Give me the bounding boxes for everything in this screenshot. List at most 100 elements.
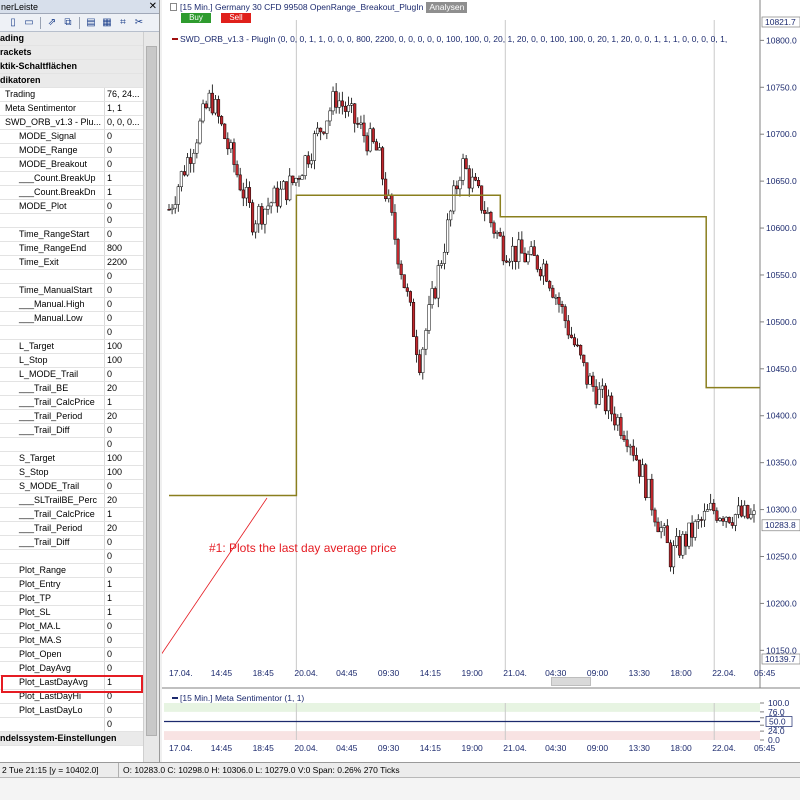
sell-button[interactable]: Sell [221, 13, 251, 23]
property-row[interactable]: Time_Exit 2200 [0, 256, 143, 270]
property-row[interactable]: ___Count.BreakUp 1 [0, 172, 143, 186]
property-row[interactable]: ___Count.BreakDn 1 [0, 186, 143, 200]
property-row[interactable]: MODE_Plot 0 [0, 200, 143, 214]
property-row[interactable]: 0 [0, 214, 143, 228]
property-value[interactable]: 0 [106, 424, 143, 437]
property-value[interactable]: 0 [106, 620, 143, 633]
toolbar-button[interactable]: ▦ [100, 16, 114, 30]
property-row[interactable]: ___Trail_CalcPrice 1 [0, 508, 143, 522]
horizontal-scroll-thumb[interactable] [551, 677, 591, 686]
property-row[interactable]: ___Trail_Diff 0 [0, 536, 143, 550]
property-value[interactable]: 0 [106, 158, 143, 171]
toolbar-button[interactable]: ▤ [84, 16, 98, 30]
property-row[interactable]: S_Target 100 [0, 452, 143, 466]
price-chart[interactable]: 10800.0 10750.0 10700.0 10650.0 10600.0 10550… [162, 0, 800, 762]
property-row[interactable]: Plot_MA.S 0 [0, 634, 143, 648]
property-value[interactable]: 100 [106, 340, 143, 353]
property-section[interactable]: ndelssystem-Einstellungen [0, 732, 143, 746]
property-section[interactable]: ktik-Schaltflächen [0, 60, 143, 74]
property-value[interactable]: 20 [106, 522, 143, 535]
property-row[interactable]: 0 [0, 326, 143, 340]
property-value[interactable]: 0 [106, 130, 143, 143]
property-row[interactable]: ___SLTrailBE_Perc 20 [0, 494, 143, 508]
property-value[interactable]: 1 [106, 578, 143, 591]
property-value[interactable]: 1 [106, 606, 143, 619]
close-icon[interactable]: ✕ [149, 0, 157, 13]
property-value[interactable]: 0 [106, 438, 143, 451]
property-value[interactable]: 1 [106, 186, 143, 199]
property-value[interactable]: 1 [106, 592, 143, 605]
property-row[interactable]: ___Trail_Period 20 [0, 410, 143, 424]
property-row[interactable]: Plot_TP 1 [0, 592, 143, 606]
property-value[interactable]: 1 [106, 508, 143, 521]
property-row[interactable]: 0 [0, 718, 143, 732]
property-value[interactable]: 2200 [106, 256, 143, 269]
property-row[interactable]: ___Trail_Period 20 [0, 522, 143, 536]
property-value[interactable]: 0 [106, 480, 143, 493]
analysen-button[interactable]: Analysen [426, 2, 468, 13]
property-row[interactable]: L_Stop 100 [0, 354, 143, 368]
toolbar-button[interactable]: ✂ [132, 16, 146, 30]
property-row[interactable]: Plot_DayAvg 0 [0, 662, 143, 676]
property-value[interactable]: 0 [106, 228, 143, 241]
property-row[interactable]: Plot_SL 1 [0, 606, 143, 620]
property-row[interactable]: Plot_Open 0 [0, 648, 143, 662]
toolbar-button[interactable]: ⇗ [45, 16, 59, 30]
property-row[interactable]: Plot_MA.L 0 [0, 620, 143, 634]
toolbar-button[interactable]: ⌗ [116, 16, 130, 30]
property-value[interactable]: 1, 1 [106, 102, 143, 115]
property-value[interactable]: 0 [106, 200, 143, 213]
property-value[interactable]: 0 [106, 634, 143, 647]
property-value[interactable]: 0 [106, 326, 143, 339]
property-value[interactable]: 0 [106, 648, 143, 661]
property-row[interactable]: 0 [0, 550, 143, 564]
property-value[interactable]: 0 [106, 214, 143, 227]
property-row[interactable]: ___Trail_CalcPrice 1 [0, 396, 143, 410]
property-value[interactable]: 0 [106, 662, 143, 675]
property-value[interactable]: 0, 0, 0... [106, 116, 143, 129]
property-row[interactable]: SWD_ORB_v1.3 - Plu... 0, 0, 0... [0, 116, 143, 130]
property-value[interactable]: 800 [106, 242, 143, 255]
property-section[interactable]: rackets [0, 46, 143, 60]
property-row[interactable]: 0 [0, 270, 143, 284]
property-value[interactable]: 0 [106, 144, 143, 157]
toolbar-button[interactable]: ⧉ [61, 16, 75, 30]
property-row[interactable]: Time_RangeEnd 800 [0, 242, 143, 256]
property-value[interactable]: 100 [106, 354, 143, 367]
property-value[interactable]: 20 [106, 382, 143, 395]
property-value[interactable]: 0 [106, 704, 143, 717]
chart-pin-icon[interactable] [170, 3, 177, 11]
property-value[interactable]: 0 [106, 536, 143, 549]
toolbar-button[interactable]: ▯ [6, 16, 20, 30]
property-value[interactable]: 0 [106, 298, 143, 311]
property-value[interactable]: 0 [106, 368, 143, 381]
property-row[interactable]: Meta Sentimentor 1, 1 [0, 102, 143, 116]
property-section[interactable]: ading [0, 32, 143, 46]
property-row[interactable]: ___Manual.Low 0 [0, 312, 143, 326]
property-row[interactable]: L_Target 100 [0, 340, 143, 354]
property-row[interactable]: Time_ManualStart 0 [0, 284, 143, 298]
property-row[interactable]: MODE_Breakout 0 [0, 158, 143, 172]
property-row[interactable]: S_MODE_Trail 0 [0, 480, 143, 494]
property-row[interactable]: Time_RangeStart 0 [0, 228, 143, 242]
property-value[interactable]: 1 [106, 396, 143, 409]
property-row[interactable]: Trading 76, 24... [0, 88, 143, 102]
property-value[interactable]: 1 [106, 172, 143, 185]
property-value[interactable]: 100 [106, 452, 143, 465]
buy-button[interactable]: Buy [181, 13, 211, 23]
property-value[interactable]: 100 [106, 466, 143, 479]
property-value[interactable]: 20 [106, 494, 143, 507]
property-value[interactable]: 0 [106, 564, 143, 577]
property-row[interactable]: MODE_Range 0 [0, 144, 143, 158]
chart-canvas[interactable]: 10800.0 10750.0 10700.0 10650.0 10600.0 10550… [162, 0, 800, 762]
toolbar-button[interactable]: ▭ [22, 16, 36, 30]
property-row[interactable]: ___Manual.High 0 [0, 298, 143, 312]
property-section[interactable]: dikatoren [0, 74, 143, 88]
property-row[interactable]: ___Trail_BE 20 [0, 382, 143, 396]
property-row[interactable]: Plot_Entry 1 [0, 578, 143, 592]
property-row[interactable]: 0 [0, 438, 143, 452]
property-row[interactable]: MODE_Signal 0 [0, 130, 143, 144]
property-row[interactable]: Plot_Range 0 [0, 564, 143, 578]
property-row[interactable]: ___Trail_Diff 0 [0, 424, 143, 438]
property-value[interactable]: 0 [106, 284, 143, 297]
